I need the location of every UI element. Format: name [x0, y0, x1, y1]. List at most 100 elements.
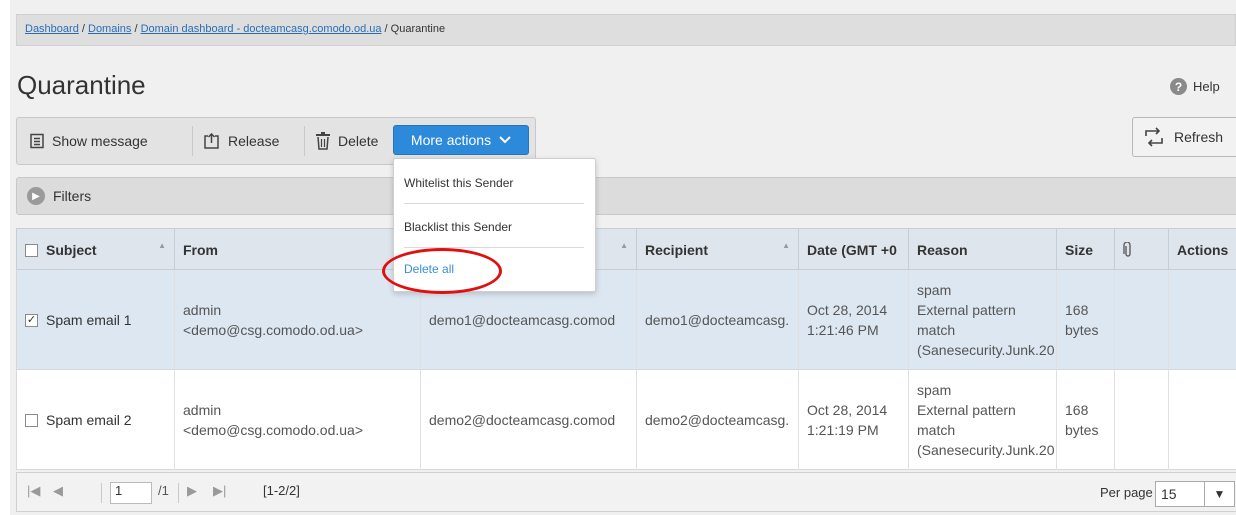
table-row[interactable]: Spam email 2 admin <demo@csg.comodo.od.u…	[16, 370, 1236, 470]
show-message-button[interactable]: Show message	[21, 126, 193, 156]
from-header-label: From	[183, 242, 218, 258]
actions-cell	[1169, 270, 1236, 370]
size-unit: bytes	[1065, 322, 1099, 338]
more-actions-button[interactable]: More actions	[393, 125, 529, 155]
size-value: 168	[1065, 302, 1089, 318]
menu-divider	[404, 203, 584, 204]
size-cell: 168 bytes	[1057, 270, 1115, 370]
recipient-cell: demo2@docteamcasg.	[637, 370, 799, 470]
menu-item-blacklist-sender[interactable]: Blacklist this Sender	[394, 220, 597, 234]
from-cell: admin <demo@csg.comodo.od.ua>	[175, 370, 421, 470]
row-checkbox[interactable]	[25, 413, 38, 427]
column-header-subject[interactable]: Subject ▲	[17, 229, 175, 271]
refresh-icon	[1145, 127, 1163, 147]
size-unit: bytes	[1065, 422, 1099, 438]
recipient-cell: demo1@docteamcasg.	[637, 270, 799, 370]
last-page-icon[interactable]: ▶|	[213, 483, 226, 499]
filters-toggle[interactable]: ▶ Filters	[16, 177, 1236, 215]
attachment-cell	[1115, 270, 1169, 370]
breadcrumb-current: Quarantine	[390, 23, 446, 35]
column-header-recipient[interactable]: Recipient ▲	[637, 229, 799, 271]
page-range: [1-2/2]	[263, 483, 300, 498]
release-icon	[204, 133, 219, 149]
delete-button[interactable]: Delete	[307, 126, 403, 156]
select-all-checkbox[interactable]	[25, 243, 38, 257]
size-value: 168	[1065, 402, 1089, 418]
date-line: Oct 28, 2014	[807, 402, 888, 418]
time-line: 1:21:46 PM	[807, 322, 879, 338]
breadcrumb: Dashboard / Domains / Domain dashboard -…	[16, 14, 1236, 46]
table-header: Subject ▲ From ▲ Recipient ▲ Date (GMT +…	[16, 228, 1236, 271]
from-cell: admin <demo@csg.comodo.od.ua>	[175, 270, 421, 370]
trash-icon	[316, 132, 330, 150]
release-button[interactable]: Release	[195, 126, 305, 156]
from-name: admin	[183, 302, 222, 318]
chevron-right-icon: ▶	[27, 187, 45, 205]
size-cell: 168 bytes	[1057, 370, 1115, 470]
breadcrumb-domains-link[interactable]: Domains	[88, 23, 131, 35]
reason-line: (Sanesecurity.Junk.20	[917, 442, 1055, 458]
date-line: Oct 28, 2014	[807, 302, 888, 318]
help-link[interactable]: ? Help	[1170, 78, 1220, 95]
chevron-down-icon	[499, 136, 511, 144]
paperclip-icon	[1123, 242, 1131, 257]
attachment-cell	[1115, 370, 1169, 470]
reason-line: External pattern	[917, 302, 1016, 318]
from-email: <demo@csg.comodo.od.ua>	[183, 322, 363, 338]
sort-icon: ▲	[158, 241, 166, 250]
release-label: Release	[228, 133, 280, 149]
breadcrumb-separator: /	[78, 23, 88, 35]
sort-icon: ▲	[620, 241, 628, 250]
pager-divider	[101, 483, 102, 503]
subject-header-label: Subject	[46, 242, 97, 258]
column-header-date[interactable]: Date (GMT +0	[799, 229, 909, 271]
page-total: /1	[158, 483, 169, 498]
delete-label: Delete	[338, 133, 379, 149]
actions-cell	[1169, 370, 1236, 470]
reason-cell: spam External pattern match (Sanesecurit…	[909, 270, 1057, 370]
breadcrumb-dashboard-link[interactable]: Dashboard	[25, 23, 79, 35]
subject-cell: Spam email 2	[17, 370, 175, 470]
sort-icon: ▲	[782, 241, 790, 250]
next-page-icon[interactable]: ▶	[187, 483, 197, 499]
per-page-select[interactable]: 15	[1155, 481, 1205, 507]
reason-header-label: Reason	[917, 242, 968, 258]
page-number-input[interactable]: 1	[110, 482, 152, 504]
from-name: admin	[183, 402, 222, 418]
actions-header-label: Actions	[1177, 242, 1229, 258]
refresh-button[interactable]: Refresh	[1132, 117, 1236, 157]
time-line: 1:21:19 PM	[807, 422, 879, 438]
column-header-reason[interactable]: Reason	[909, 229, 1057, 271]
menu-item-whitelist-sender[interactable]: Whitelist this Sender	[394, 176, 597, 190]
date-cell: Oct 28, 2014 1:21:46 PM	[799, 270, 909, 370]
table-row[interactable]: ✓ Spam email 1 admin <demo@csg.comodo.od…	[16, 270, 1236, 370]
prev-page-icon[interactable]: ◀	[53, 483, 63, 499]
row-checkbox[interactable]: ✓	[25, 313, 38, 327]
highlight-annotation	[382, 248, 502, 294]
chevron-down-icon[interactable]: ▼	[1205, 481, 1235, 507]
reason-line: spam	[917, 282, 952, 298]
breadcrumb-separator: /	[381, 23, 391, 35]
help-icon: ?	[1170, 78, 1187, 95]
breadcrumb-separator: /	[131, 23, 141, 35]
reason-line: spam	[917, 382, 952, 398]
date-cell: Oct 28, 2014 1:21:19 PM	[799, 370, 909, 470]
subject-cell: ✓ Spam email 1	[17, 270, 175, 370]
first-page-icon[interactable]: |◀	[27, 483, 40, 499]
pagination-bar: |◀ ◀ 1 /1 ▶ ▶| [1-2/2] Per page 15 ▼	[16, 472, 1236, 512]
column-header-actions: Actions	[1169, 229, 1236, 271]
refresh-label: Refresh	[1174, 129, 1224, 145]
pager-divider	[178, 483, 179, 503]
reason-line: (Sanesecurity.Junk.20	[917, 342, 1055, 358]
reason-line: match	[917, 322, 956, 338]
per-page-label: Per page	[1100, 485, 1153, 500]
column-header-attachment[interactable]	[1115, 229, 1169, 271]
date-header-label: Date (GMT +0	[807, 242, 897, 258]
help-label: Help	[1193, 79, 1220, 94]
reason-line: match	[917, 422, 956, 438]
column-header-size[interactable]: Size	[1057, 229, 1115, 271]
more-actions-label: More actions	[410, 132, 492, 148]
subject-text: Spam email 1	[46, 312, 132, 328]
page-title: Quarantine	[17, 70, 146, 100]
breadcrumb-domain-dashboard-link[interactable]: Domain dashboard - docteamcasg.comodo.od…	[141, 23, 382, 35]
